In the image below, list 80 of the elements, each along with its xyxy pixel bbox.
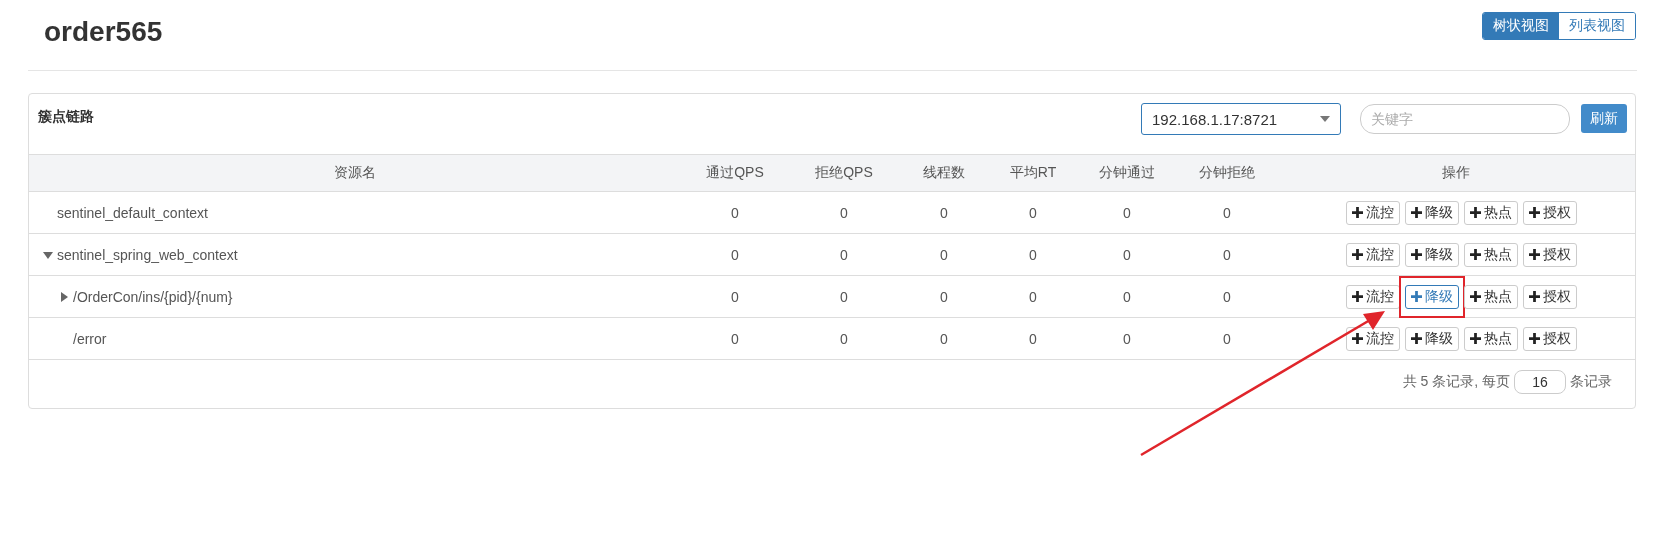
table-cell-text: 0 bbox=[1222, 330, 1232, 347]
table-cell-text: 0 bbox=[1028, 288, 1038, 305]
records-label: 条记录 bbox=[1570, 373, 1612, 391]
plus-icon bbox=[1469, 249, 1481, 260]
plus-icon bbox=[1528, 333, 1540, 344]
table-cell-text: 0 bbox=[1222, 204, 1232, 221]
plus-icon bbox=[1410, 249, 1422, 260]
add-rule-button[interactable]: 授权 bbox=[1522, 200, 1577, 225]
add-rule-button[interactable]: 热点 bbox=[1463, 326, 1518, 351]
table-cell-text: 0 bbox=[1222, 288, 1232, 305]
table-cell-text: 0 bbox=[939, 288, 949, 305]
plus-icon bbox=[1351, 291, 1363, 302]
plus-icon bbox=[1351, 333, 1363, 344]
column-header: 分钟通过 bbox=[1098, 164, 1156, 182]
add-rule-button[interactable]: 授权 bbox=[1522, 284, 1577, 309]
plus-icon bbox=[1469, 333, 1481, 344]
plus-icon bbox=[1528, 249, 1540, 260]
page-title: order565 bbox=[44, 16, 163, 48]
add-rule-button[interactable]: 流控 bbox=[1345, 326, 1400, 351]
record-count: 共 5 条记录, 每页 bbox=[1402, 373, 1510, 391]
plus-icon bbox=[1528, 291, 1540, 302]
table-cell-text: 0 bbox=[939, 204, 949, 221]
plus-icon bbox=[1469, 291, 1481, 302]
add-rule-button[interactable]: 热点 bbox=[1463, 200, 1518, 225]
table-cell-text: 0 bbox=[939, 330, 949, 347]
column-header: 操作 bbox=[1441, 164, 1471, 182]
table-cell-text: 0 bbox=[1222, 246, 1232, 263]
table-cell-text: 0 bbox=[1028, 204, 1038, 221]
page-size-field[interactable]: 16 bbox=[1514, 370, 1566, 394]
table-cell-text: 0 bbox=[730, 204, 740, 221]
plus-icon bbox=[1410, 291, 1422, 302]
column-header: 平均RT bbox=[1008, 164, 1058, 182]
add-rule-button[interactable]: 降级 bbox=[1404, 200, 1459, 225]
table-cell-text: 0 bbox=[1122, 330, 1132, 347]
resource-name: /OrderCon/ins/{pid}/{num} bbox=[73, 288, 233, 305]
plus-icon bbox=[1351, 249, 1363, 260]
table-cell-text: 0 bbox=[839, 288, 849, 305]
table-cell-text: 0 bbox=[839, 246, 849, 263]
column-header: 分钟拒绝 bbox=[1198, 164, 1256, 182]
table-cell-text: 0 bbox=[1122, 204, 1132, 221]
column-header: 线程数 bbox=[922, 164, 966, 182]
resource-name: sentinel_default_context bbox=[57, 204, 208, 221]
resource-name: /error bbox=[73, 330, 107, 347]
table-cell-text: 0 bbox=[1122, 288, 1132, 305]
table-cell-text: 0 bbox=[730, 288, 740, 305]
plus-icon bbox=[1528, 207, 1540, 218]
add-rule-button[interactable]: 降级 bbox=[1404, 326, 1459, 351]
table-cell-text: 0 bbox=[1122, 246, 1132, 263]
plus-icon bbox=[1410, 207, 1422, 218]
expand-icon[interactable] bbox=[59, 291, 69, 302]
table-cell-text: 0 bbox=[1028, 246, 1038, 263]
add-rule-button[interactable]: 降级 bbox=[1404, 284, 1459, 309]
add-rule-button[interactable]: 授权 bbox=[1522, 242, 1577, 267]
plus-icon bbox=[1469, 207, 1481, 218]
plus-icon bbox=[1351, 207, 1363, 218]
column-header: 拒绝QPS bbox=[814, 164, 874, 182]
panel-title: 簇点链路 bbox=[38, 108, 94, 126]
caret-icon bbox=[1320, 116, 1330, 122]
column-header: 通过QPS bbox=[705, 164, 765, 182]
machine-select[interactable]: 192.168.1.17:8721 bbox=[1141, 103, 1341, 135]
add-rule-button[interactable]: 热点 bbox=[1463, 284, 1518, 309]
table-cell-text: 0 bbox=[730, 330, 740, 347]
column-header: 资源名 bbox=[333, 164, 377, 182]
add-rule-button[interactable]: 流控 bbox=[1345, 200, 1400, 225]
add-rule-button[interactable]: 授权 bbox=[1522, 326, 1577, 351]
add-rule-button[interactable]: 流控 bbox=[1345, 242, 1400, 267]
add-rule-button[interactable]: 流控 bbox=[1345, 284, 1400, 309]
search-field[interactable]: 关键字 bbox=[1360, 104, 1570, 134]
refresh-button[interactable]: 刷新 bbox=[1581, 104, 1627, 133]
table-cell-text: 0 bbox=[839, 204, 849, 221]
view-tab[interactable]: 树状视图 bbox=[1483, 13, 1559, 39]
add-rule-button[interactable]: 降级 bbox=[1404, 242, 1459, 267]
table-cell-text: 0 bbox=[839, 330, 849, 347]
table-cell-text: 0 bbox=[730, 246, 740, 263]
plus-icon bbox=[1410, 333, 1422, 344]
table-cell-text: 0 bbox=[939, 246, 949, 263]
table-cell-text: 0 bbox=[1028, 330, 1038, 347]
collapse-icon[interactable] bbox=[43, 249, 53, 260]
add-rule-button[interactable]: 热点 bbox=[1463, 242, 1518, 267]
resource-name: sentinel_spring_web_context bbox=[57, 246, 238, 263]
